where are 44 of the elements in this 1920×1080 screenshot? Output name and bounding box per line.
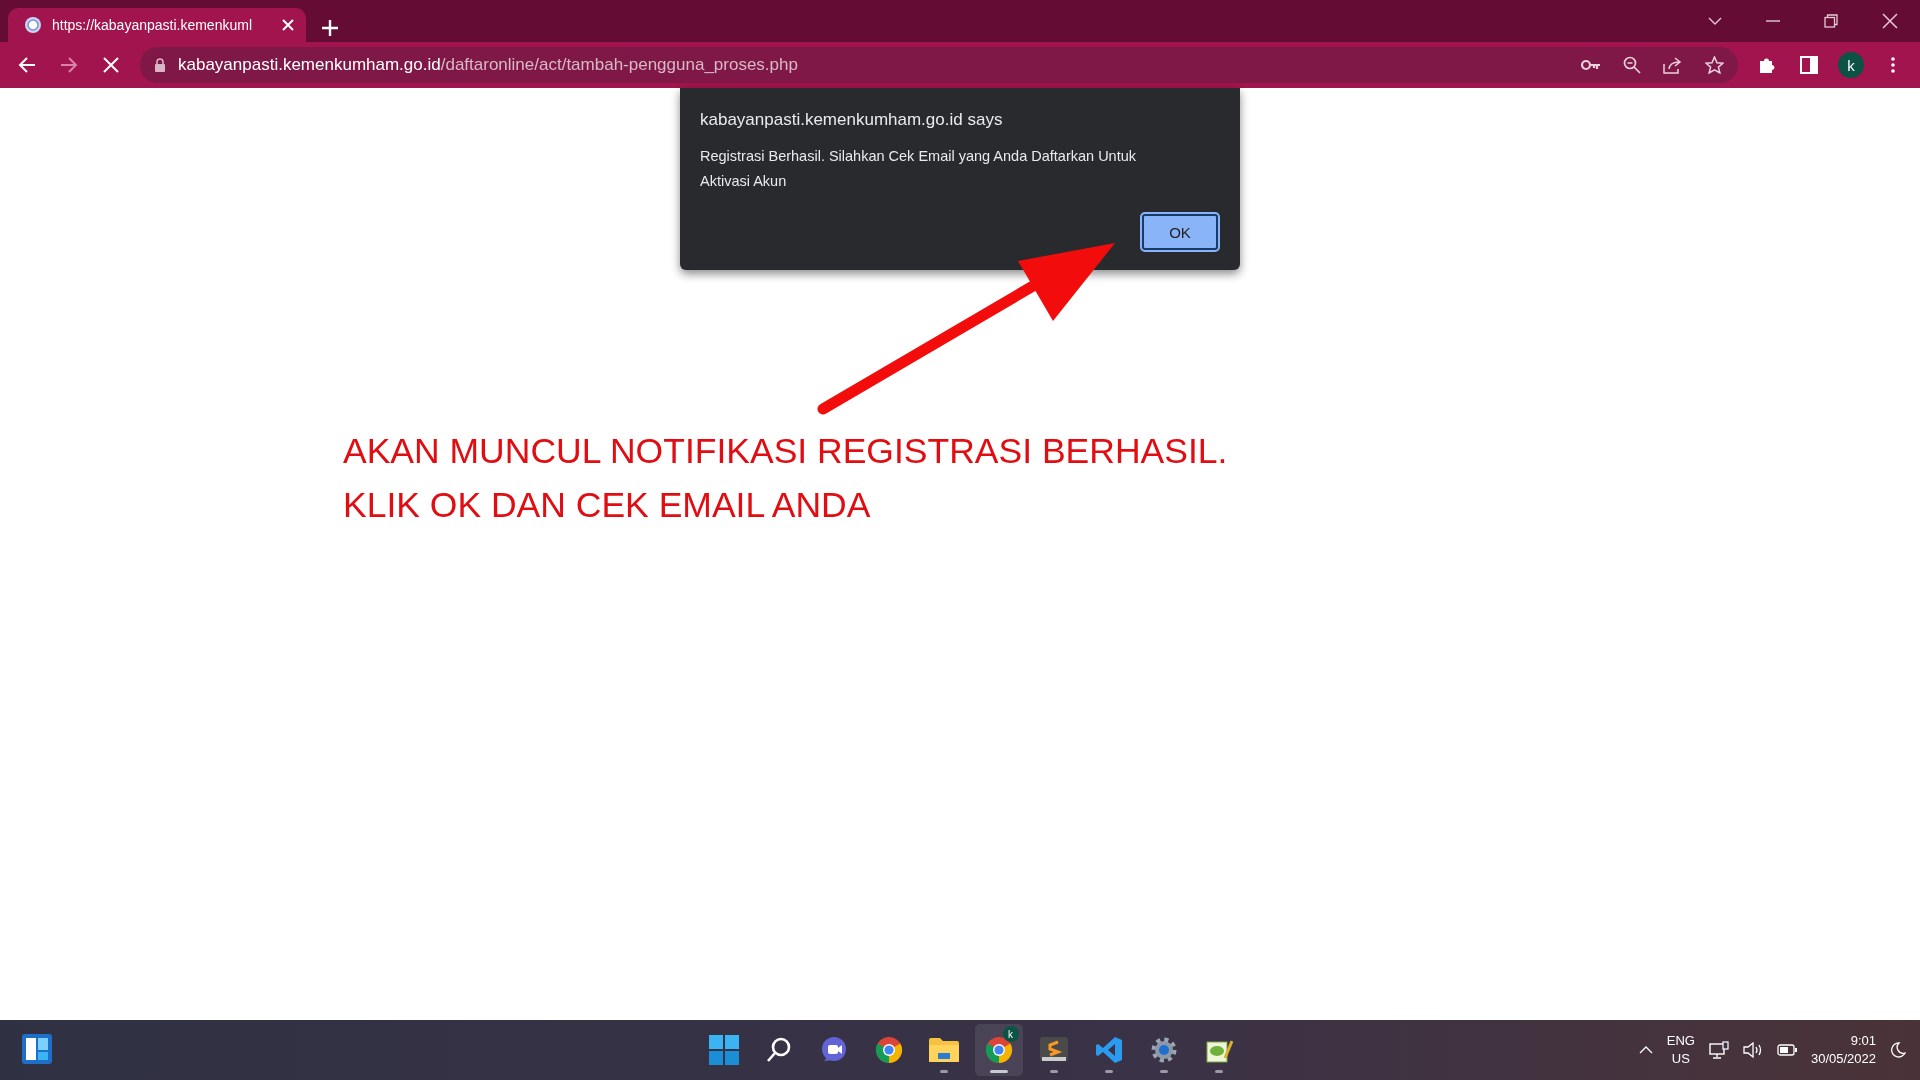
side-panel-icon[interactable] <box>1800 56 1818 74</box>
network-icon[interactable] <box>1708 1041 1729 1059</box>
chevron-down-icon[interactable] <box>1708 17 1722 25</box>
lock-icon <box>154 58 166 72</box>
windows-logo-icon <box>708 1035 739 1065</box>
key-icon[interactable] <box>1581 59 1601 71</box>
restore-icon[interactable] <box>1824 14 1838 28</box>
code-editor-icon <box>1039 1037 1068 1063</box>
more-menu-icon[interactable] <box>1891 57 1895 73</box>
taskbar-app[interactable]: k <box>974 1024 1023 1076</box>
folder-icon <box>928 1037 959 1063</box>
star-icon[interactable] <box>1705 56 1724 74</box>
annotation-text: AKAN MUNCUL NOTIFIKASI REGISTRASI BERHASIL. <box>343 430 1228 473</box>
stop-loading-icon[interactable] <box>103 57 119 73</box>
language-indicator[interactable]: ENG US <box>1666 1032 1695 1068</box>
chrome-icon <box>984 1036 1013 1064</box>
browser-tab[interactable]: https://kabayanpasti.kemenkuml <box>8 8 306 42</box>
battery-icon[interactable] <box>1776 1044 1797 1056</box>
video-chat-icon <box>819 1036 848 1064</box>
zoom-out-icon[interactable] <box>1623 56 1641 74</box>
url-text: kabayanpasti.kemenkumham.go.id/daftaronline/act/tambah-pengguna_proses.php <box>178 55 798 75</box>
ok-button[interactable]: OK <box>1140 212 1220 252</box>
profile-avatar[interactable]: k <box>1838 52 1864 78</box>
volume-icon[interactable] <box>1742 1042 1763 1058</box>
profile-badge: k <box>1002 1026 1019 1042</box>
search-icon <box>764 1036 793 1064</box>
code-editor-icon <box>1094 1036 1123 1064</box>
back-arrow-icon[interactable] <box>18 56 36 74</box>
forward-arrow-icon[interactable] <box>60 56 78 74</box>
tab-title: https://kabayanpasti.kemenkuml <box>52 17 253 33</box>
dialog-message: Registrasi Berhasil. Silahkan Cek Email yang Anda Daftarkan Untuk Aktivasi Akun <box>700 147 1138 191</box>
address-bar[interactable]: kabayanpasti.kemenkumham.go.id/daftaronline/act/tambah-pengguna_proses.php <box>140 47 1738 83</box>
widgets-icon[interactable] <box>22 1034 52 1064</box>
chrome-icon <box>874 1036 903 1064</box>
share-icon[interactable] <box>1663 56 1683 74</box>
gear-icon <box>1149 1036 1178 1064</box>
moon-icon[interactable] <box>1890 1042 1906 1058</box>
annotation-text: KLIK OK DAN CEK EMAIL ANDA <box>343 484 871 527</box>
chevron-up-icon[interactable] <box>1638 1046 1653 1054</box>
puzzle-piece-icon[interactable] <box>1758 56 1776 74</box>
close-icon[interactable] <box>1882 13 1898 29</box>
clock[interactable]: 9:01 30/05/2022 <box>1810 1032 1876 1068</box>
new-tab-icon[interactable] <box>322 20 338 36</box>
dialog-title: kabayanpasti.kemenkumham.go.id says <box>700 110 1004 130</box>
